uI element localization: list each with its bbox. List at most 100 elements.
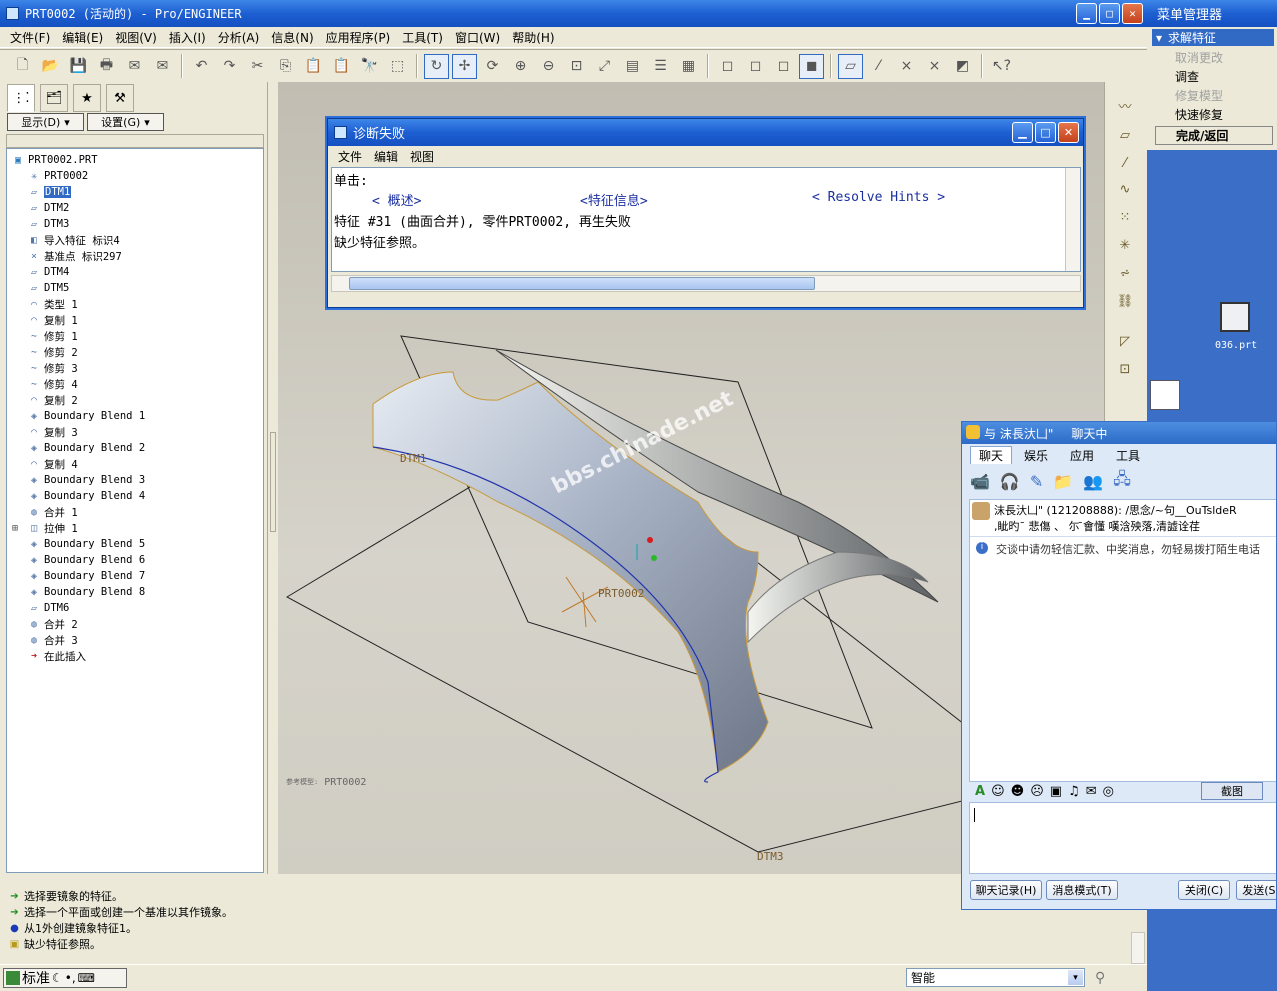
image-icon[interactable]: ▣ xyxy=(1050,784,1062,799)
tree-item[interactable]: ▱ DTM2 xyxy=(27,200,69,216)
collapse-icon[interactable] xyxy=(270,432,276,532)
nudge-icon[interactable]: ☹ xyxy=(1030,784,1044,799)
tree-item[interactable]: ∼ 修剪 4 xyxy=(27,376,78,392)
menu-help[interactable]: 帮助(H) xyxy=(506,29,560,46)
file-transfer-icon[interactable]: 📁 xyxy=(1053,472,1073,491)
menu-edit[interactable]: 编辑(E) xyxy=(56,29,109,46)
cut-icon[interactable]: ✂ xyxy=(245,54,270,79)
tree-item[interactable]: ∼ 修剪 1 xyxy=(27,328,78,344)
tree-item[interactable]: ◈ Boundary Blend 7 xyxy=(27,568,145,584)
menu-item-investigate[interactable]: 调查 xyxy=(1155,67,1273,86)
tree-item[interactable]: ◈ Boundary Blend 5 xyxy=(27,536,145,552)
maximize-button[interactable]: □ xyxy=(1099,3,1120,24)
copy-icon[interactable]: ⎘ xyxy=(273,54,298,79)
tree-item[interactable]: ◍ 合并 1 xyxy=(27,504,78,520)
overview-link[interactable]: < 概述> xyxy=(372,190,421,209)
csys-tool-icon[interactable]: ✳ xyxy=(1113,234,1137,256)
dialog-menu-file[interactable]: 文件 xyxy=(332,148,368,165)
spin-center-icon[interactable]: ✢ xyxy=(452,53,477,79)
add-contact-icon[interactable]: 👥 xyxy=(1083,472,1103,491)
paste-special-icon[interactable]: 📋 xyxy=(329,54,354,79)
tree-item[interactable]: ➜ 在此插入 xyxy=(27,648,86,664)
tree-item[interactable]: ∼ 修剪 2 xyxy=(27,344,78,360)
no-hidden-icon[interactable]: ◻ xyxy=(771,54,796,79)
find-icon[interactable]: 🔭 xyxy=(357,54,382,79)
chat-tab-tools[interactable]: 工具 xyxy=(1108,446,1148,464)
menu-applications[interactable]: 应用程序(P) xyxy=(320,29,397,46)
folder-browser-tab[interactable]: 🗂 xyxy=(40,84,68,112)
dialog-close-button[interactable]: ✕ xyxy=(1058,122,1079,143)
menu-file[interactable]: 文件(F) xyxy=(4,29,56,46)
layers-icon[interactable]: ☰ xyxy=(648,54,673,79)
magic-emoji-icon[interactable]: ☻ xyxy=(1011,784,1025,799)
remote-icon[interactable]: 🖧 xyxy=(1113,468,1131,495)
tree-item[interactable]: ▱ DTM3 xyxy=(27,216,69,232)
more-icon[interactable]: ◎ xyxy=(1103,784,1114,799)
favorites-tab[interactable]: ★ xyxy=(73,84,101,112)
tree-item[interactable]: ◠ 复制 2 xyxy=(27,392,78,408)
menu-window[interactable]: 窗口(W) xyxy=(449,29,506,46)
menu-analysis[interactable]: 分析(A) xyxy=(212,29,266,46)
hidden-line-icon[interactable]: ◻ xyxy=(743,54,768,79)
send-button[interactable]: 发送(S) xyxy=(1236,880,1276,900)
select-box-icon[interactable]: ⬚ xyxy=(385,54,410,79)
tree-item[interactable]: ▱ DTM5 xyxy=(27,280,69,296)
tree-item[interactable]: ✳ PRT0002 xyxy=(27,168,88,184)
datum-plane-tool-icon[interactable]: ▱ xyxy=(1113,124,1137,146)
send-mail-attach-icon[interactable]: ✉ xyxy=(150,54,175,79)
chain-tool-icon[interactable]: ⛓ xyxy=(1113,290,1137,312)
scroll-thumb[interactable] xyxy=(349,277,815,290)
tree-item[interactable]: × 基准点 标识297 xyxy=(27,248,122,264)
send-mail-icon[interactable]: ✉ xyxy=(122,54,147,79)
open-icon[interactable]: 📂 xyxy=(38,54,63,79)
refit-icon[interactable]: ⊡ xyxy=(564,54,589,79)
resolve-hints-link[interactable]: < Resolve Hints > xyxy=(812,190,945,205)
video-icon[interactable]: 📹 xyxy=(970,472,990,491)
analysis-tool-icon[interactable]: ⩫ xyxy=(1113,262,1137,284)
view-manager-icon[interactable]: ▦ xyxy=(676,54,701,79)
whiteboard-icon[interactable]: ✎ xyxy=(1030,472,1043,491)
dialog-menu-edit[interactable]: 编辑 xyxy=(368,148,404,165)
orient-mode-icon[interactable]: ⟳ xyxy=(480,54,505,79)
emoji-icon[interactable]: ☺ xyxy=(991,784,1005,799)
datum-points-toggle-icon[interactable]: × xyxy=(894,54,919,79)
message-mode-button[interactable]: 消息模式(T) xyxy=(1046,880,1118,900)
zoom-in-icon[interactable]: ⊕ xyxy=(508,54,533,79)
datum-curve-tool-icon[interactable]: ∿ xyxy=(1113,178,1137,200)
prt-file-icon[interactable] xyxy=(1220,302,1250,332)
music-icon[interactable]: ♫ xyxy=(1068,784,1080,799)
panel-splitter[interactable] xyxy=(267,82,278,874)
sketch-curve-icon[interactable]: 〰 xyxy=(1113,94,1137,116)
undo-icon[interactable]: ↶ xyxy=(189,54,214,79)
chat-tab-chat[interactable]: 聊天 xyxy=(970,446,1012,464)
vertical-scrollbar[interactable] xyxy=(1065,168,1080,271)
ime-bar[interactable]: 标准 ☾ •, ⌨ xyxy=(3,968,127,988)
chat-tab-entertain[interactable]: 娱乐 xyxy=(1016,446,1056,464)
close-button[interactable]: ✕ xyxy=(1122,3,1143,24)
context-help-icon[interactable]: ↖? xyxy=(989,54,1014,79)
datum-axes-toggle-icon[interactable]: ⁄ xyxy=(866,54,891,79)
connections-tab[interactable]: ⚒ xyxy=(106,84,134,112)
zoom-out-icon[interactable]: ⊖ xyxy=(536,54,561,79)
annotation-element-icon[interactable]: ⊡ xyxy=(1113,358,1137,380)
csys-toggle-icon[interactable]: ⨯ xyxy=(922,54,947,79)
shading-icon[interactable]: ◼ xyxy=(799,53,824,79)
tree-item[interactable]: ▱ DTM4 xyxy=(27,264,69,280)
chat-close-button[interactable]: 关闭(C) xyxy=(1178,880,1230,900)
screenshot-button[interactable]: 截图 xyxy=(1201,782,1263,800)
dialog-menu-view[interactable]: 视图 xyxy=(404,148,440,165)
datum-planes-toggle-icon[interactable]: ▱ xyxy=(838,53,863,79)
annotations-toggle-icon[interactable]: ◩ xyxy=(950,54,975,79)
tree-item[interactable]: ▱ DTM1 xyxy=(27,184,72,200)
paste-icon[interactable]: 📋 xyxy=(301,54,326,79)
filter-select[interactable]: 智能 ▾ xyxy=(906,968,1085,987)
settings-dropdown[interactable]: 设置(G) ▾ xyxy=(87,113,164,131)
tree-item[interactable]: ◠ 复制 1 xyxy=(27,312,78,328)
tree-item[interactable]: ▣ PRT0002.PRT xyxy=(11,152,98,168)
tree-item[interactable]: ◈ Boundary Blend 8 xyxy=(27,584,145,600)
message-scrollbar[interactable] xyxy=(1131,932,1145,964)
tree-item[interactable]: ∼ 修剪 3 xyxy=(27,360,78,376)
chat-tab-apps[interactable]: 应用 xyxy=(1062,446,1102,464)
chat-input[interactable] xyxy=(969,802,1276,874)
minimize-button[interactable]: ▁ xyxy=(1076,3,1097,24)
